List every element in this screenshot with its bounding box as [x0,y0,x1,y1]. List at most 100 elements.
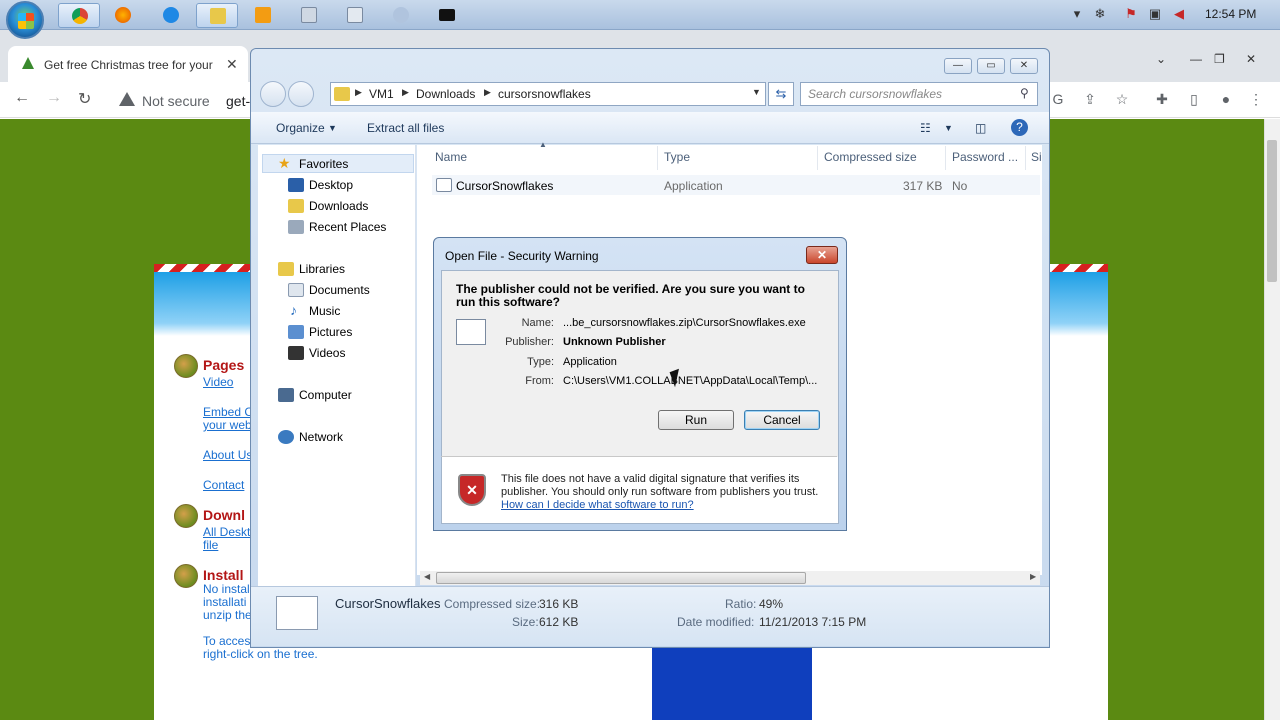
cancel-button[interactable]: Cancel [744,410,820,430]
explorer-minimize-button[interactable]: — [944,58,972,74]
help-icon[interactable]: ? [1011,119,1028,136]
dialog-close-button[interactable]: ✕ [806,246,838,264]
menu-icon[interactable]: ⋮ [1248,91,1264,107]
snowflake-icon[interactable]: ❄ [1093,7,1107,21]
nav-favorites[interactable]: Favorites [299,157,348,171]
link-contact[interactable]: Contact [203,479,244,492]
google-icon[interactable]: G [1050,91,1066,107]
chevron-up-icon[interactable]: ▾ [1070,7,1084,21]
horizontal-scrollbar-thumb[interactable] [436,572,806,584]
nav-videos[interactable]: Videos [309,346,345,360]
nav-downloads[interactable]: Downloads [309,199,368,213]
nav-computer[interactable]: Computer [299,388,352,402]
sidepanel-icon[interactable]: ▯ [1186,91,1202,107]
reload-icon[interactable]: ↻ [78,89,91,109]
back-button[interactable] [260,81,286,107]
address-dropdown-icon[interactable]: ▼ [752,87,761,97]
nav-network[interactable]: Network [299,430,343,444]
flag-icon[interactable]: ⚑ [1124,7,1138,21]
breadcrumb-vm1[interactable]: VM1 [369,87,394,101]
downloads-folder-icon [288,199,304,213]
profile-icon[interactable]: ● [1218,91,1234,107]
taskbar-ie[interactable] [150,3,192,28]
url-text[interactable]: get- [226,93,250,109]
explorer-close-button[interactable]: ✕ [1010,58,1038,74]
extract-all-button[interactable]: Extract all files [367,121,444,135]
column-separator[interactable] [945,146,946,170]
forward-arrow-icon[interactable]: → [46,89,62,107]
nav-documents[interactable]: Documents [309,283,370,297]
scroll-right-icon[interactable]: ▶ [1030,572,1036,581]
tab-title: Get free Christmas tree for your d [44,58,214,72]
forward-button[interactable] [288,81,314,107]
explorer-maximize-button[interactable]: ▭ [977,58,1005,74]
recent-places-icon [288,220,304,234]
view-icon[interactable]: ☷ [920,121,931,135]
column-separator[interactable] [657,146,658,170]
page-scrollbar-thumb[interactable] [1267,140,1277,282]
minimize-button[interactable]: — [1190,52,1202,66]
nav-music[interactable]: Music [309,304,340,318]
column-header-name[interactable]: Name [435,150,467,164]
breadcrumb-arrow-icon[interactable]: ▶ [484,87,491,98]
link-embed-2[interactable]: your web [203,419,252,432]
refresh-button[interactable]: ⇆ [768,82,794,106]
column-separator[interactable] [817,146,818,170]
breadcrumb-arrow-icon[interactable]: ▶ [402,87,409,98]
chevron-down-icon[interactable]: ▼ [328,123,337,133]
nav-libraries[interactable]: Libraries [299,262,345,276]
breadcrumb-downloads[interactable]: Downloads [416,87,475,101]
taskbar-network[interactable] [380,3,422,28]
link-file[interactable]: file [203,539,218,552]
star-icon[interactable]: ☆ [1114,91,1130,107]
footer-warning-text: This file does not have a valid digital … [501,473,819,498]
not-secure-label[interactable]: Not secure [142,93,210,109]
column-header-type[interactable]: Type [664,150,690,164]
chevron-down-icon[interactable]: ⌄ [1156,52,1166,66]
scroll-left-icon[interactable]: ◀ [424,572,430,581]
tab-close-button[interactable]: ✕ [226,56,238,73]
dialog-question: The publisher could not be verified. Are… [456,282,805,309]
link-video[interactable]: Video [203,376,233,389]
restore-button[interactable]: ❐ [1214,52,1225,66]
link-about[interactable]: About Us [203,449,252,462]
taskbar-explorer[interactable] [196,3,238,28]
back-arrow-icon[interactable]: ← [14,89,30,107]
taskbar-chrome[interactable] [58,3,100,28]
breadcrumb-cursorsnowflakes[interactable]: cursorsnowflakes [498,87,591,101]
chevron-down-icon[interactable]: ▼ [944,123,953,133]
extensions-icon[interactable]: ✚ [1154,91,1170,107]
column-header-password[interactable]: Password ... [952,150,1018,164]
warning-icon[interactable] [119,92,135,106]
tree-preview-box [652,646,812,720]
nav-desktop[interactable]: Desktop [309,178,353,192]
column-separator[interactable] [1025,146,1026,170]
column-header-size[interactable]: Si [1031,150,1042,164]
nav-recent-places[interactable]: Recent Places [309,220,386,234]
taskbar-document[interactable] [288,3,330,28]
security-shield-icon: ✕ [458,474,486,506]
search-icon[interactable]: ⚲ [1020,86,1029,100]
column-header-compressed-size[interactable]: Compressed size [824,150,917,164]
start-button[interactable] [6,1,44,39]
firefox-icon [115,7,131,23]
volume-muted-icon[interactable]: ◀ [1172,7,1186,21]
organize-button[interactable]: Organize [276,121,325,135]
monitor-icon[interactable]: ▣ [1148,7,1162,21]
breadcrumb-arrow-icon[interactable]: ▶ [355,87,362,98]
clock[interactable]: 12:54 PM [1205,7,1256,21]
taskbar-calculator[interactable] [334,3,376,28]
search-placeholder: Search cursorsnowflakes [808,87,943,101]
help-link[interactable]: How can I decide what software to run? [501,499,694,511]
preview-pane-icon[interactable]: ◫ [975,121,986,135]
taskbar-media[interactable] [242,3,284,28]
nav-pictures[interactable]: Pictures [309,325,352,339]
taskbar-cmd[interactable] [426,3,468,28]
file-thumbnail-icon [276,596,318,630]
details-pane [251,586,1049,646]
taskbar-firefox[interactable] [102,3,144,28]
run-button[interactable]: Run [658,410,734,430]
share-icon[interactable]: ⇪ [1082,91,1098,107]
details-size-label: Size: [512,615,539,629]
close-button[interactable]: ✕ [1246,52,1256,66]
